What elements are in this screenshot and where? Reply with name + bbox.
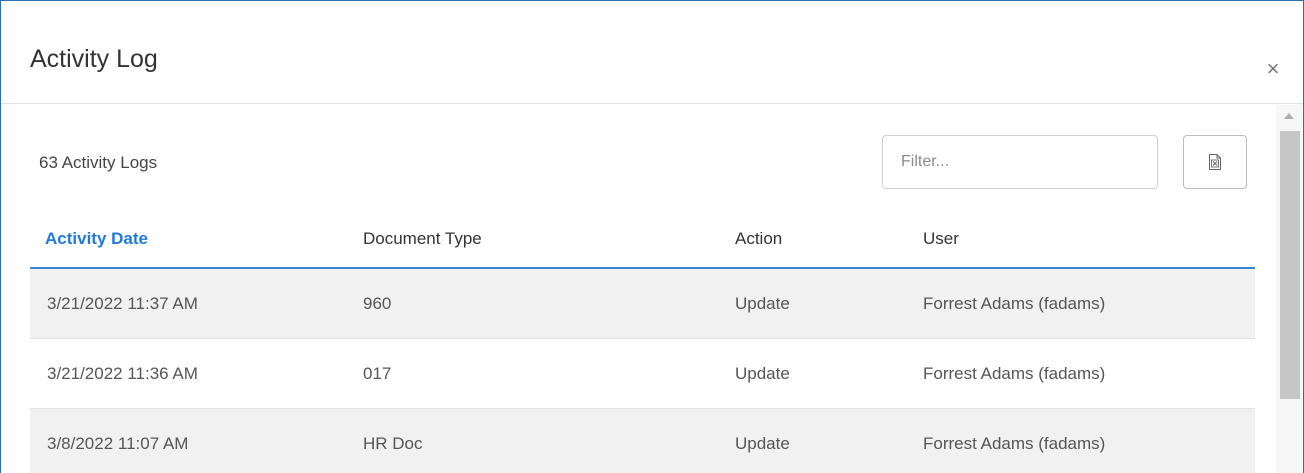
table-header: Activity Date Document Type Action User — [30, 207, 1255, 269]
table-row[interactable]: 3/21/2022 11:37 AM 960 Update Forrest Ad… — [30, 269, 1255, 339]
activity-log-table: Activity Date Document Type Action User … — [30, 207, 1255, 473]
vertical-scrollbar[interactable] — [1276, 105, 1302, 473]
scrollbar-thumb[interactable] — [1280, 131, 1300, 399]
cell-activity-date: 3/8/2022 11:07 AM — [47, 434, 189, 453]
table-row[interactable]: 3/8/2022 11:07 AM HR Doc Update Forrest … — [30, 409, 1255, 473]
cell-action: Update — [735, 434, 790, 453]
cell-document-type: 960 — [363, 294, 392, 313]
cell-action: Update — [735, 364, 790, 383]
column-header-document-type[interactable]: Document Type — [363, 227, 482, 251]
export-excel-button[interactable] — [1183, 135, 1247, 189]
cell-activity-date: 3/21/2022 11:37 AM — [47, 294, 198, 313]
cell-document-type: 017 — [363, 364, 392, 383]
dialog-header: Activity Log × — [1, 1, 1303, 104]
dialog-body: 63 Activity Logs Activity Date Document … — [1, 105, 1303, 473]
cell-document-type: HR Doc — [363, 434, 423, 453]
cell-activity-date: 3/21/2022 11:36 AM — [47, 364, 198, 383]
activity-count-label: 63 Activity Logs — [39, 153, 158, 172]
filter-input[interactable] — [882, 135, 1158, 189]
column-header-activity-date[interactable]: Activity Date — [45, 227, 148, 251]
cell-user: Forrest Adams (fadams) — [923, 364, 1106, 383]
column-header-user[interactable]: User — [923, 227, 959, 251]
close-button[interactable]: × — [1263, 58, 1283, 80]
excel-export-icon — [1209, 154, 1221, 170]
activity-log-dialog: Activity Log × 63 Activity Logs Activity… — [0, 0, 1304, 473]
cell-action: Update — [735, 294, 790, 313]
table-row[interactable]: 3/21/2022 11:36 AM 017 Update Forrest Ad… — [30, 339, 1255, 409]
scroll-up-arrow-icon[interactable] — [1284, 113, 1294, 119]
cell-user: Forrest Adams (fadams) — [923, 294, 1106, 313]
dialog-title: Activity Log — [30, 45, 158, 73]
cell-user: Forrest Adams (fadams) — [923, 434, 1106, 453]
column-header-action[interactable]: Action — [735, 227, 782, 251]
